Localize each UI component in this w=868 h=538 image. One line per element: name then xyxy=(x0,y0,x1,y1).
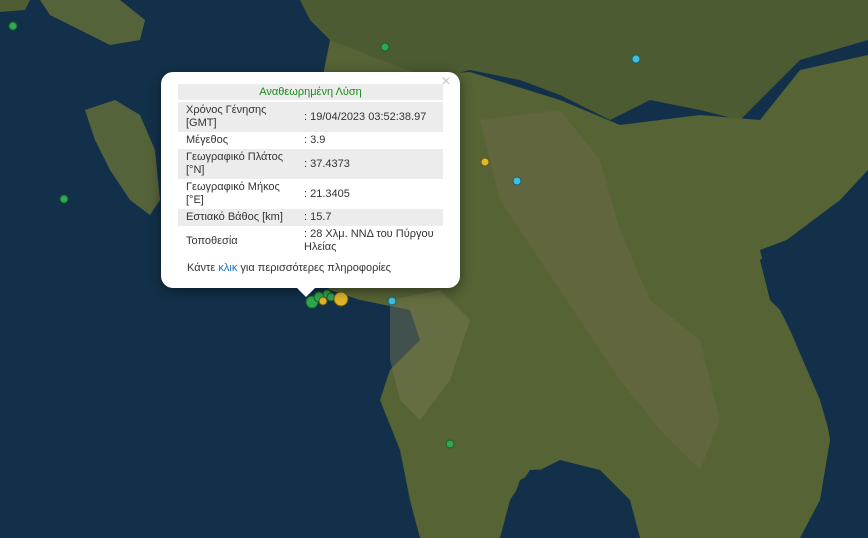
row-label: Χρόνος Γένησης [GMT] xyxy=(178,102,296,132)
table-row: Τοποθεσία : 28 Χλμ. ΝΝΔ του Πύργου Ηλεία… xyxy=(178,226,443,256)
table-row: Εστιακό Βάθος [km] : 15.7 xyxy=(178,209,443,226)
marker-green[interactable] xyxy=(380,42,390,52)
more-info-suffix: για περισσότερες πληροφορίες xyxy=(237,262,391,274)
popup-pointer xyxy=(295,286,317,297)
row-label: Γεωγραφικό Μήκος [°E] xyxy=(186,181,280,206)
row-value: : 15.7 xyxy=(296,209,443,226)
row-label: Εστιακό Βάθος [km] xyxy=(178,209,296,226)
marker-cyan[interactable] xyxy=(631,54,641,64)
marker-yellow[interactable] xyxy=(333,291,349,307)
marker-green[interactable] xyxy=(59,194,69,204)
row-label: Γεωγραφικό Πλάτος [°N] xyxy=(178,149,296,179)
row-value: : 37.4373 xyxy=(296,149,443,179)
more-info-line: Κάντε κλικ για περισσότερες πληροφορίες xyxy=(187,262,391,274)
marker-yellow[interactable] xyxy=(480,157,490,167)
table-row: Γεωγραφικό Μήκος [°E] : 21.3405 xyxy=(178,179,443,209)
row-value: : 21.3405 xyxy=(304,187,350,200)
info-table: Χρόνος Γένησης [GMT] : 19/04/2023 03:52:… xyxy=(178,102,443,256)
more-info-link[interactable]: κλικ xyxy=(218,262,237,274)
row-value: : 19/04/2023 03:52:38.97 xyxy=(296,102,443,132)
marker-cyan[interactable] xyxy=(387,296,397,306)
marker-yellow[interactable] xyxy=(318,296,328,306)
row-value: : 3.9 xyxy=(304,134,326,146)
table-row: Χρόνος Γένησης [GMT] : 19/04/2023 03:52:… xyxy=(178,102,443,132)
row-label: Μέγεθος xyxy=(186,134,229,146)
popup-title: Αναθεωρημένη Λύση xyxy=(178,84,443,100)
row-label: Τοποθεσία xyxy=(186,234,238,247)
table-row: Γεωγραφικό Πλάτος [°N] : 37.4373 xyxy=(178,149,443,179)
table-row: Μέγεθος : 3.9 xyxy=(178,132,443,149)
marker-cyan[interactable] xyxy=(512,176,522,186)
row-value: : 28 Χλμ. ΝΝΔ του Πύργου Ηλείας xyxy=(304,228,434,253)
marker-green[interactable] xyxy=(8,21,18,31)
more-info-prefix: Κάντε xyxy=(187,262,219,274)
marker-green[interactable] xyxy=(445,439,455,449)
earthquake-info-popup: × Αναθεωρημένη Λύση Χρόνος Γένησης [GMT]… xyxy=(161,72,460,288)
